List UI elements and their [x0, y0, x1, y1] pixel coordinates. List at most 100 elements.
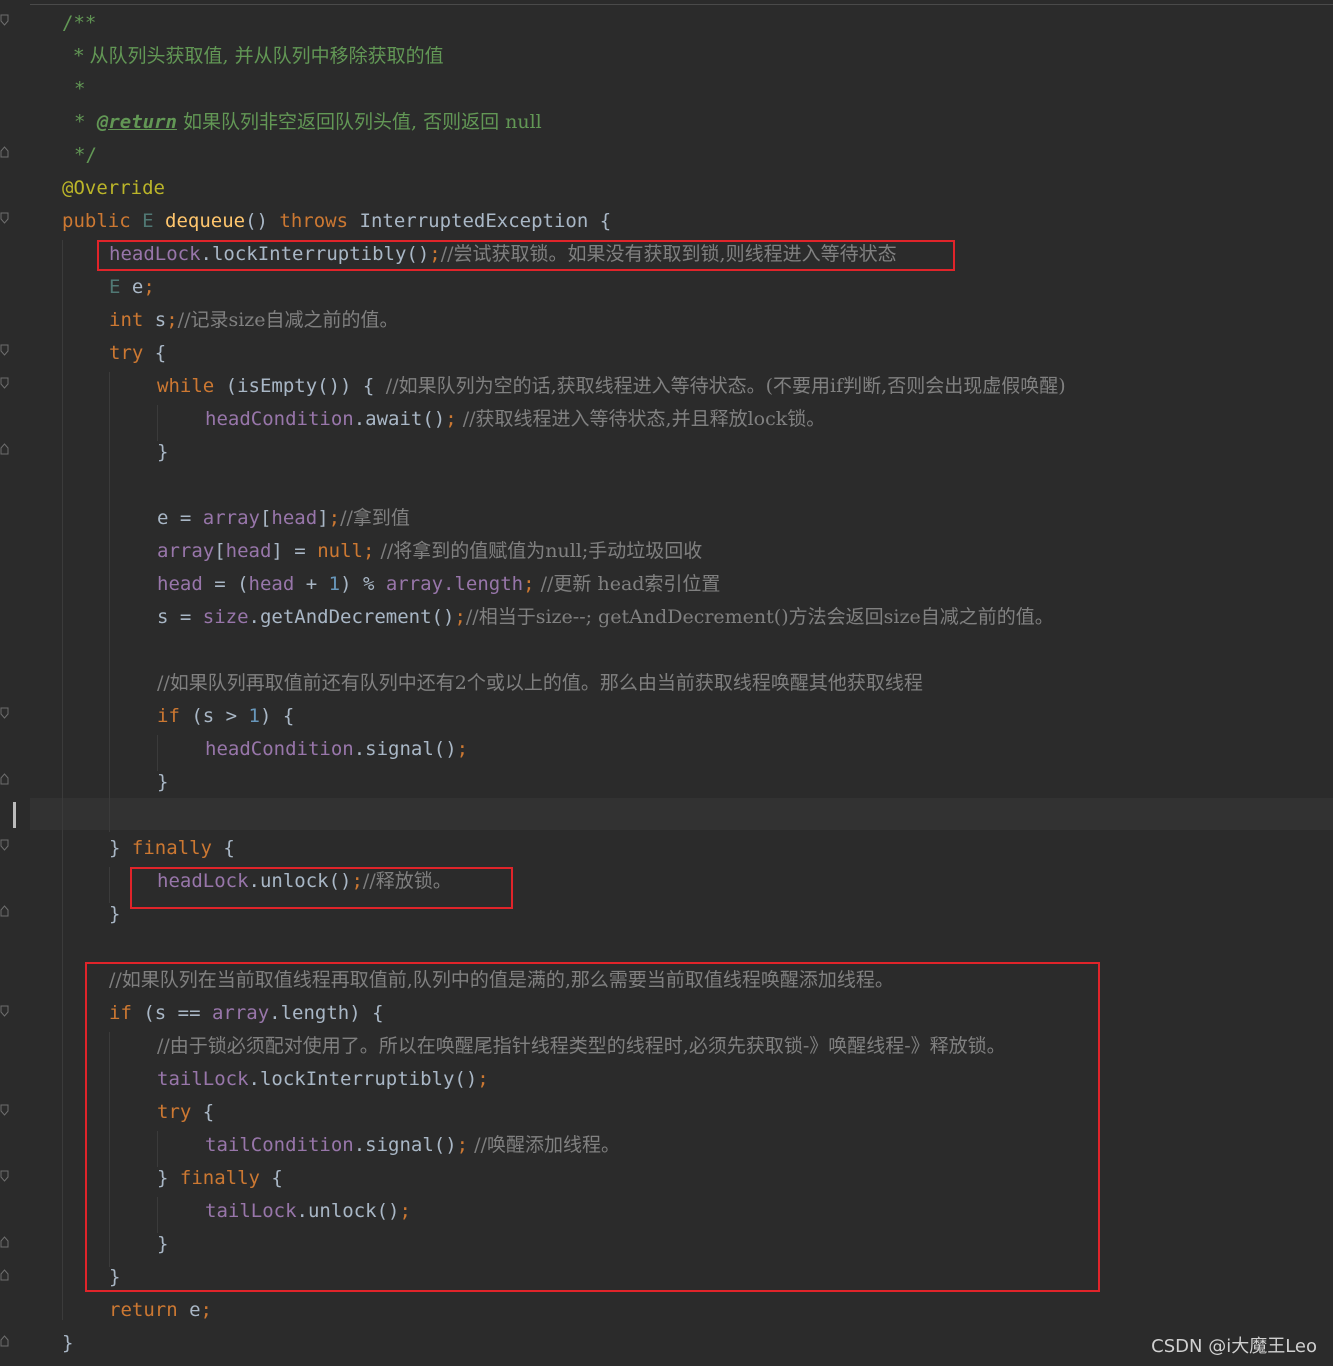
code-text: {: [143, 342, 167, 364]
code-line[interactable]: array[head] = null; //将拿到的值赋值为null;手动垃圾回…: [157, 535, 702, 568]
code-text: }: [157, 441, 169, 463]
fold-icon[interactable]: [0, 14, 9, 26]
code-line[interactable]: headCondition.await(); //获取线程进入等待状态,并且释放…: [205, 403, 825, 436]
code-text: e: [120, 276, 144, 298]
comment: //获取线程进入等待状态,并且释放lock锁。: [456, 408, 826, 430]
code-text: [: [214, 540, 226, 562]
keyword: while: [157, 375, 215, 397]
code-editor[interactable]: /** * 从队列头获取值, 并从队列中移除获取的值 * * @return 如…: [0, 0, 1333, 1366]
code-text: .await(): [353, 408, 446, 430]
fold-icon[interactable]: [0, 212, 9, 224]
keyword: null: [317, 540, 363, 562]
code-line[interactable]: head = (head + 1) % array.length; //更新 h…: [157, 568, 720, 601]
code-line[interactable]: s = size.getAndDecrement();//相当于size--; …: [157, 601, 1054, 634]
field: headCondition: [205, 738, 354, 760]
highlight-box-lock: [97, 240, 955, 271]
code-text: s: [143, 309, 167, 331]
field: head: [157, 573, 203, 595]
gutter: [0, 0, 12, 1366]
fold-icon[interactable]: [0, 1335, 9, 1347]
code-line[interactable]: */: [74, 139, 97, 172]
fold-icon[interactable]: [0, 1170, 9, 1182]
code-line[interactable]: *: [74, 73, 85, 106]
code-text: }: [109, 837, 132, 859]
code-line[interactable]: @Override: [62, 172, 165, 205]
type-param: E: [142, 210, 154, 232]
code-text: {: [211, 837, 235, 859]
code-line[interactable]: * 从队列头获取值, 并从队列中移除获取的值: [74, 40, 444, 73]
fold-icon[interactable]: [0, 1236, 9, 1248]
field: array: [202, 507, 260, 529]
code-line[interactable]: /**: [62, 7, 96, 40]
indent-guide: [109, 372, 110, 832]
semicolon: ;: [454, 606, 466, 628]
javadoc-start: /**: [62, 12, 97, 34]
semicolon: ;: [166, 309, 178, 331]
fold-icon[interactable]: [0, 1269, 9, 1281]
code-line[interactable]: }: [157, 436, 168, 469]
code-text: ) {: [259, 705, 295, 727]
code-text: [: [259, 507, 272, 529]
code-text: (isEmpty()) {: [214, 375, 386, 397]
code-text: +: [294, 573, 329, 595]
code-line[interactable]: while (isEmpty()) { //如果队列为空的话,获取线程进入等待状…: [157, 370, 1066, 403]
fold-icon[interactable]: [0, 377, 9, 389]
comment: //如果队列为空的话,获取线程进入等待状态。(不要用if判断,否则会出现虚假唤醒…: [385, 375, 1066, 397]
code-text: ]: [317, 507, 329, 529]
field: headCondition: [205, 408, 354, 430]
code-text: }: [109, 903, 121, 925]
keyword: throws: [279, 210, 349, 232]
javadoc-star: *: [74, 111, 97, 133]
fold-icon[interactable]: [0, 1104, 9, 1116]
code-line[interactable]: }: [109, 898, 120, 931]
code-line[interactable]: if (s > 1) {: [157, 700, 294, 733]
watermark: CSDN @i大魔王Leo: [1151, 1336, 1317, 1357]
code-line[interactable]: public E dequeue() throws InterruptedExc…: [62, 205, 611, 238]
code-line[interactable]: }: [157, 766, 168, 799]
text-caret: [13, 802, 16, 828]
number: 1: [248, 705, 260, 727]
semicolon: ;: [523, 573, 535, 595]
code-text: }: [157, 771, 169, 793]
code-line[interactable]: try {: [109, 337, 166, 370]
javadoc-text: * 从队列头获取值, 并从队列中移除获取的值: [74, 45, 444, 67]
indent-guide: [62, 240, 63, 1320]
code-line[interactable]: return e;: [109, 1294, 212, 1327]
comment: //相当于size--; getAndDecrement()方法会返回size自…: [465, 606, 1054, 628]
javadoc-text: 如果队列非空返回队列头值, 否则返回 null: [176, 111, 542, 133]
code-line[interactable]: } finally {: [109, 832, 235, 865]
fold-icon[interactable]: [0, 1005, 9, 1017]
editor-top-border: [30, 4, 1333, 5]
keyword: try: [109, 342, 144, 364]
code-line[interactable]: }: [62, 1327, 73, 1360]
keyword: finally: [131, 837, 212, 859]
field: array: [157, 540, 215, 562]
fold-icon[interactable]: [0, 707, 9, 719]
javadoc-star: *: [74, 78, 86, 100]
highlight-box-signal-block: [85, 962, 1100, 1292]
comment: //将拿到的值赋值为null;手动垃圾回收: [374, 540, 703, 562]
fold-icon[interactable]: [0, 839, 9, 851]
code-line[interactable]: int s;//记录size自减之前的值。: [109, 304, 399, 337]
code-line[interactable]: e = array[head];//拿到值: [157, 502, 410, 535]
semicolon: ;: [362, 540, 375, 562]
fold-icon[interactable]: [0, 905, 9, 917]
code-line[interactable]: headCondition.signal();: [205, 733, 468, 766]
code-line[interactable]: * @return 如果队列非空返回队列头值, 否则返回 null: [74, 106, 542, 139]
number: 1: [328, 573, 341, 595]
fold-icon[interactable]: [0, 344, 9, 356]
code-text: = (: [202, 573, 249, 595]
fold-icon[interactable]: [0, 443, 9, 455]
comment: //更新 head索引位置: [534, 573, 721, 595]
code-line[interactable]: E e;: [109, 271, 155, 304]
field: .length: [443, 573, 524, 595]
fold-icon[interactable]: [0, 773, 9, 785]
fold-icon[interactable]: [0, 146, 9, 158]
code-text: e: [177, 1299, 201, 1321]
field: head: [248, 573, 295, 595]
code-text: (): [245, 210, 268, 232]
code-text: (s >: [179, 705, 249, 727]
type-param: E: [109, 276, 121, 298]
highlight-box-unlock: [130, 867, 513, 909]
code-line[interactable]: //如果队列再取值前还有队列中还有2个或以上的值。那么由当前获取线程唤醒其他获取…: [157, 667, 923, 700]
